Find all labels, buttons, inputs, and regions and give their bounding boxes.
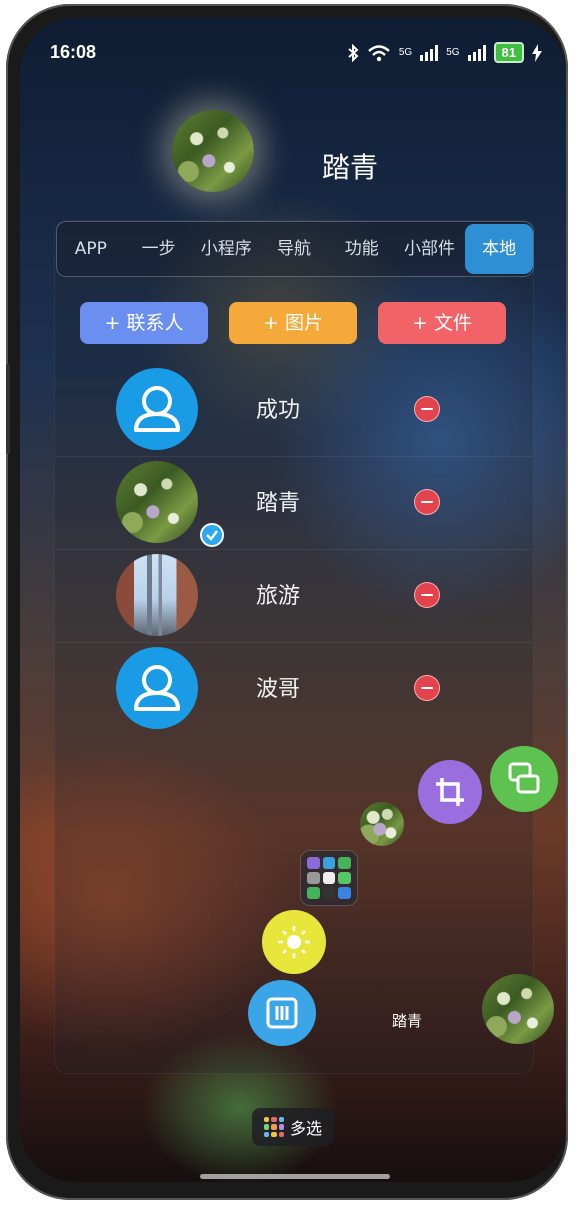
list-item[interactable]: 旅游 [56, 550, 532, 643]
item-name: 踏青 [256, 491, 301, 516]
signal-icon-2 [467, 44, 486, 61]
brightness-button[interactable] [262, 910, 326, 974]
signal-icon [420, 44, 439, 61]
tab-widget[interactable]: 小部件 [396, 223, 464, 275]
status-icons: 5G 5G 81 [347, 42, 542, 63]
charging-icon [532, 43, 542, 62]
person-icon [134, 386, 180, 432]
tab-local[interactable]: 本地 [465, 224, 534, 274]
item-name: 旅游 [256, 584, 301, 609]
bluetooth-icon [348, 43, 359, 62]
tab-navigation[interactable]: 导航 [260, 223, 328, 275]
list-item[interactable]: 踏青 [56, 457, 532, 550]
brightness-icon [278, 926, 310, 958]
multiselect-label: 多选 [289, 1119, 322, 1138]
swap-image-icon [508, 762, 540, 794]
action-buttons: + 联系人 + 图片 + 文件 [80, 302, 506, 344]
tab-mini-program[interactable]: 小程序 [192, 223, 260, 275]
item-list: 成功 踏青 旅游 波哥 [56, 364, 532, 735]
person-icon [134, 665, 180, 711]
photo-avatar [116, 461, 198, 543]
remove-icon[interactable] [414, 489, 440, 515]
wifi-icon [368, 44, 390, 61]
tab-function[interactable]: 功能 [328, 223, 396, 275]
signal-label-2: 5G [446, 47, 460, 58]
remove-icon[interactable] [414, 675, 440, 701]
phone-frame: 16:08 5G 5G 81 踏青 APP 一步 小程序 导航 功能 小部件 本… [6, 4, 568, 1200]
battery-level: 81 [493, 42, 524, 63]
columns-button[interactable] [248, 980, 316, 1046]
add-file-button[interactable]: + 文件 [378, 302, 506, 344]
clock: 16:08 [50, 42, 97, 62]
list-item[interactable]: 成功 [56, 364, 532, 457]
add-image-button[interactable]: + 图片 [229, 302, 357, 344]
photo-shortcut[interactable] [360, 802, 404, 846]
item-name: 波哥 [256, 677, 301, 702]
columns-icon [266, 997, 298, 1029]
page-title: 踏青 [321, 151, 378, 184]
selected-check-icon [200, 523, 224, 547]
home-indicator[interactable] [200, 1174, 390, 1179]
contact-avatar [116, 647, 198, 729]
tab-bar: APP 一步 小程序 导航 功能 小部件 本地 [56, 221, 534, 277]
swap-image-button[interactable] [490, 746, 558, 812]
tab-app[interactable]: APP [57, 223, 125, 275]
crop-icon [436, 778, 464, 806]
contact-avatar [116, 368, 198, 450]
floating-label: 踏青 [392, 1012, 423, 1030]
header-avatar[interactable] [172, 110, 254, 192]
app-folder[interactable] [300, 850, 358, 906]
floating-photo-avatar[interactable] [482, 974, 554, 1044]
tab-one-step[interactable]: 一步 [125, 223, 193, 275]
status-bar: 16:08 5G 5G 81 [20, 42, 566, 72]
item-name: 成功 [256, 398, 301, 423]
remove-icon[interactable] [414, 396, 440, 422]
photo-avatar [116, 554, 198, 636]
signal-label-1: 5G [398, 47, 413, 58]
side-button [6, 364, 10, 454]
crop-button[interactable] [418, 760, 482, 824]
multiselect-button[interactable]: 多选 [252, 1108, 334, 1146]
screen: 16:08 5G 5G 81 踏青 APP 一步 小程序 导航 功能 小部件 本… [20, 18, 566, 1182]
grid-icon [263, 1117, 284, 1137]
remove-icon[interactable] [414, 582, 440, 608]
add-contact-button[interactable]: + 联系人 [80, 302, 208, 344]
list-item[interactable]: 波哥 [56, 643, 532, 735]
